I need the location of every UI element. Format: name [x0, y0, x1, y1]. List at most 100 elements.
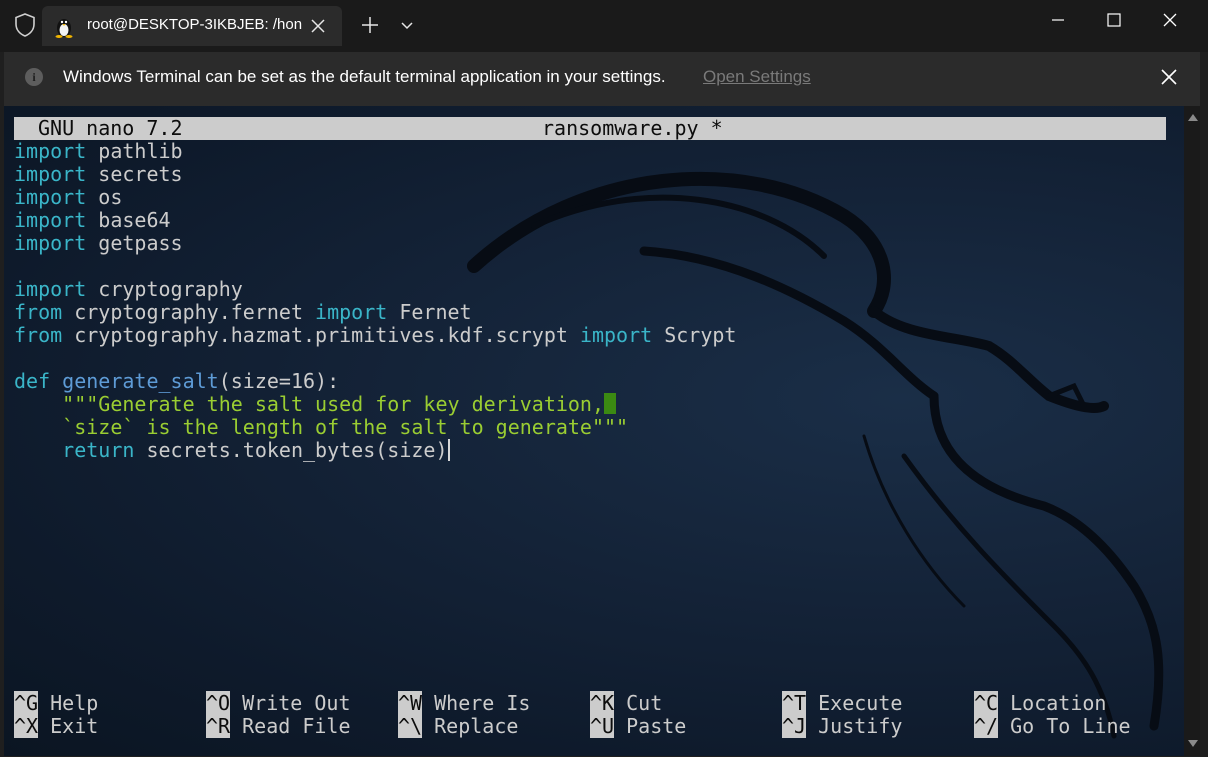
code-token: def [14, 369, 51, 393]
nano-filename: ransomware.py * [542, 116, 723, 140]
shortcut-key: ^K [590, 691, 615, 715]
code-token: import [14, 231, 87, 255]
shortcut-label: Execute [818, 691, 903, 715]
code-token: cryptography [86, 277, 243, 301]
shortcut-item[interactable]: ^K Cut [590, 691, 663, 715]
terminal-pane[interactable]: GNU nano 7.2 ransomware.py * import path… [4, 106, 1200, 756]
info-icon: i [25, 68, 43, 86]
shortcut-item[interactable]: ^U Paste [590, 714, 687, 738]
shortcut-item[interactable]: ^C Location [974, 691, 1106, 715]
chevron-down-icon[interactable] [395, 13, 419, 37]
close-icon [1163, 13, 1177, 27]
code-line: import os [14, 186, 736, 209]
shortcut-label: Where Is [434, 691, 531, 715]
shortcut-key: ^O [206, 691, 231, 715]
code-line: import secrets [14, 163, 736, 186]
code-token: import [14, 139, 87, 163]
code-token: import [14, 208, 87, 232]
nano-header-bar: GNU nano 7.2 ransomware.py * [14, 117, 1166, 140]
code-token: `size` is the length of the salt to gene… [62, 415, 629, 439]
shortcut-key: ^\ [398, 714, 423, 738]
close-icon[interactable] [308, 16, 328, 36]
shortcut-item[interactable]: ^O Write Out [206, 691, 351, 715]
close-icon[interactable] [1158, 66, 1180, 88]
shortcut-item[interactable]: ^G Help [14, 691, 98, 715]
scroll-down-icon[interactable] [1188, 740, 1198, 747]
code-token: Scrypt [652, 323, 737, 347]
code-token: import [14, 162, 87, 186]
text-cursor [447, 439, 450, 461]
maximize-button[interactable] [1086, 0, 1142, 40]
scroll-up-icon[interactable] [1188, 114, 1198, 121]
shortcut-item[interactable]: ^R Read File [206, 714, 351, 738]
code-line: import cryptography [14, 278, 736, 301]
shortcut-key: ^R [206, 714, 231, 738]
code-token: cryptography.fernet [62, 300, 316, 324]
shortcut-key: ^J [782, 714, 807, 738]
shortcut-label: Write Out [242, 691, 351, 715]
scrollbar[interactable] [1184, 106, 1200, 756]
plus-icon[interactable] [358, 12, 382, 38]
code-editor[interactable]: import pathlib import secrets import os imp… [14, 140, 736, 462]
windows-terminal-window: root@DESKTOP-3IKBJEB: /hon i Windows Ter… [0, 0, 1208, 757]
shortcut-key: ^X [14, 714, 39, 738]
shortcut-item[interactable]: ^W Where Is [398, 691, 531, 715]
shortcut-item[interactable]: ^/ Go To Line [974, 714, 1131, 738]
shortcut-key: ^C [974, 691, 999, 715]
shortcut-label: Go To Line [1010, 714, 1131, 738]
shortcut-item[interactable]: ^\ Replace [398, 714, 518, 738]
nano-version: GNU nano 7.2 [38, 116, 183, 140]
code-token: return [62, 438, 135, 462]
code-line: import getpass [14, 232, 736, 255]
shortcut-label: Cut [626, 691, 663, 715]
shortcut-item[interactable]: ^X Exit [14, 714, 98, 738]
linux-tux-icon [55, 19, 73, 38]
shortcut-key: ^/ [974, 714, 999, 738]
shortcut-label: Read File [242, 714, 351, 738]
code-line: """Generate the salt used for key deriva… [14, 393, 736, 416]
tab-terminal[interactable]: root@DESKTOP-3IKBJEB: /hon [42, 6, 342, 46]
maximize-icon [1107, 13, 1121, 27]
shortcut-item[interactable]: ^J Justify [782, 714, 902, 738]
nano-shortcut-bar: ^G Help ^X Exit ^O Write Out ^R Read File ^W… [14, 691, 1174, 738]
shortcut-item[interactable]: ^T Execute [782, 691, 903, 715]
code-token: generate_salt [62, 369, 219, 393]
code-line: import base64 [14, 209, 736, 232]
code-token: (size=16): [218, 369, 340, 393]
code-token: import [14, 185, 87, 209]
shield-icon[interactable] [14, 13, 36, 37]
code-token: from [14, 300, 63, 324]
close-window-button[interactable] [1142, 0, 1198, 40]
code-token: cryptography.hazmat.primitives.kdf.scryp… [62, 323, 580, 347]
code-token: from [14, 323, 63, 347]
code-line: return secrets.token_bytes(size) [14, 439, 736, 462]
code-token: Fernet [387, 300, 472, 324]
info-message: Windows Terminal can be set as the defau… [63, 67, 666, 86]
code-token: secrets [86, 162, 183, 186]
code-line: from cryptography.fernet import Fernet [14, 301, 736, 324]
code-token: import [14, 277, 87, 301]
minimize-icon [1052, 19, 1064, 21]
selection-cursor [604, 393, 617, 414]
open-settings-link[interactable]: Open Settings [703, 67, 811, 87]
code-line: def generate_salt(size=16): [14, 370, 736, 393]
minimize-button[interactable] [1030, 0, 1086, 40]
code-token: secrets.token_bytes(size) [134, 438, 448, 462]
shortcut-label: Paste [626, 714, 687, 738]
code-line: `size` is the length of the salt to gene… [14, 416, 736, 439]
title-bar: root@DESKTOP-3IKBJEB: /hon [0, 0, 1208, 52]
